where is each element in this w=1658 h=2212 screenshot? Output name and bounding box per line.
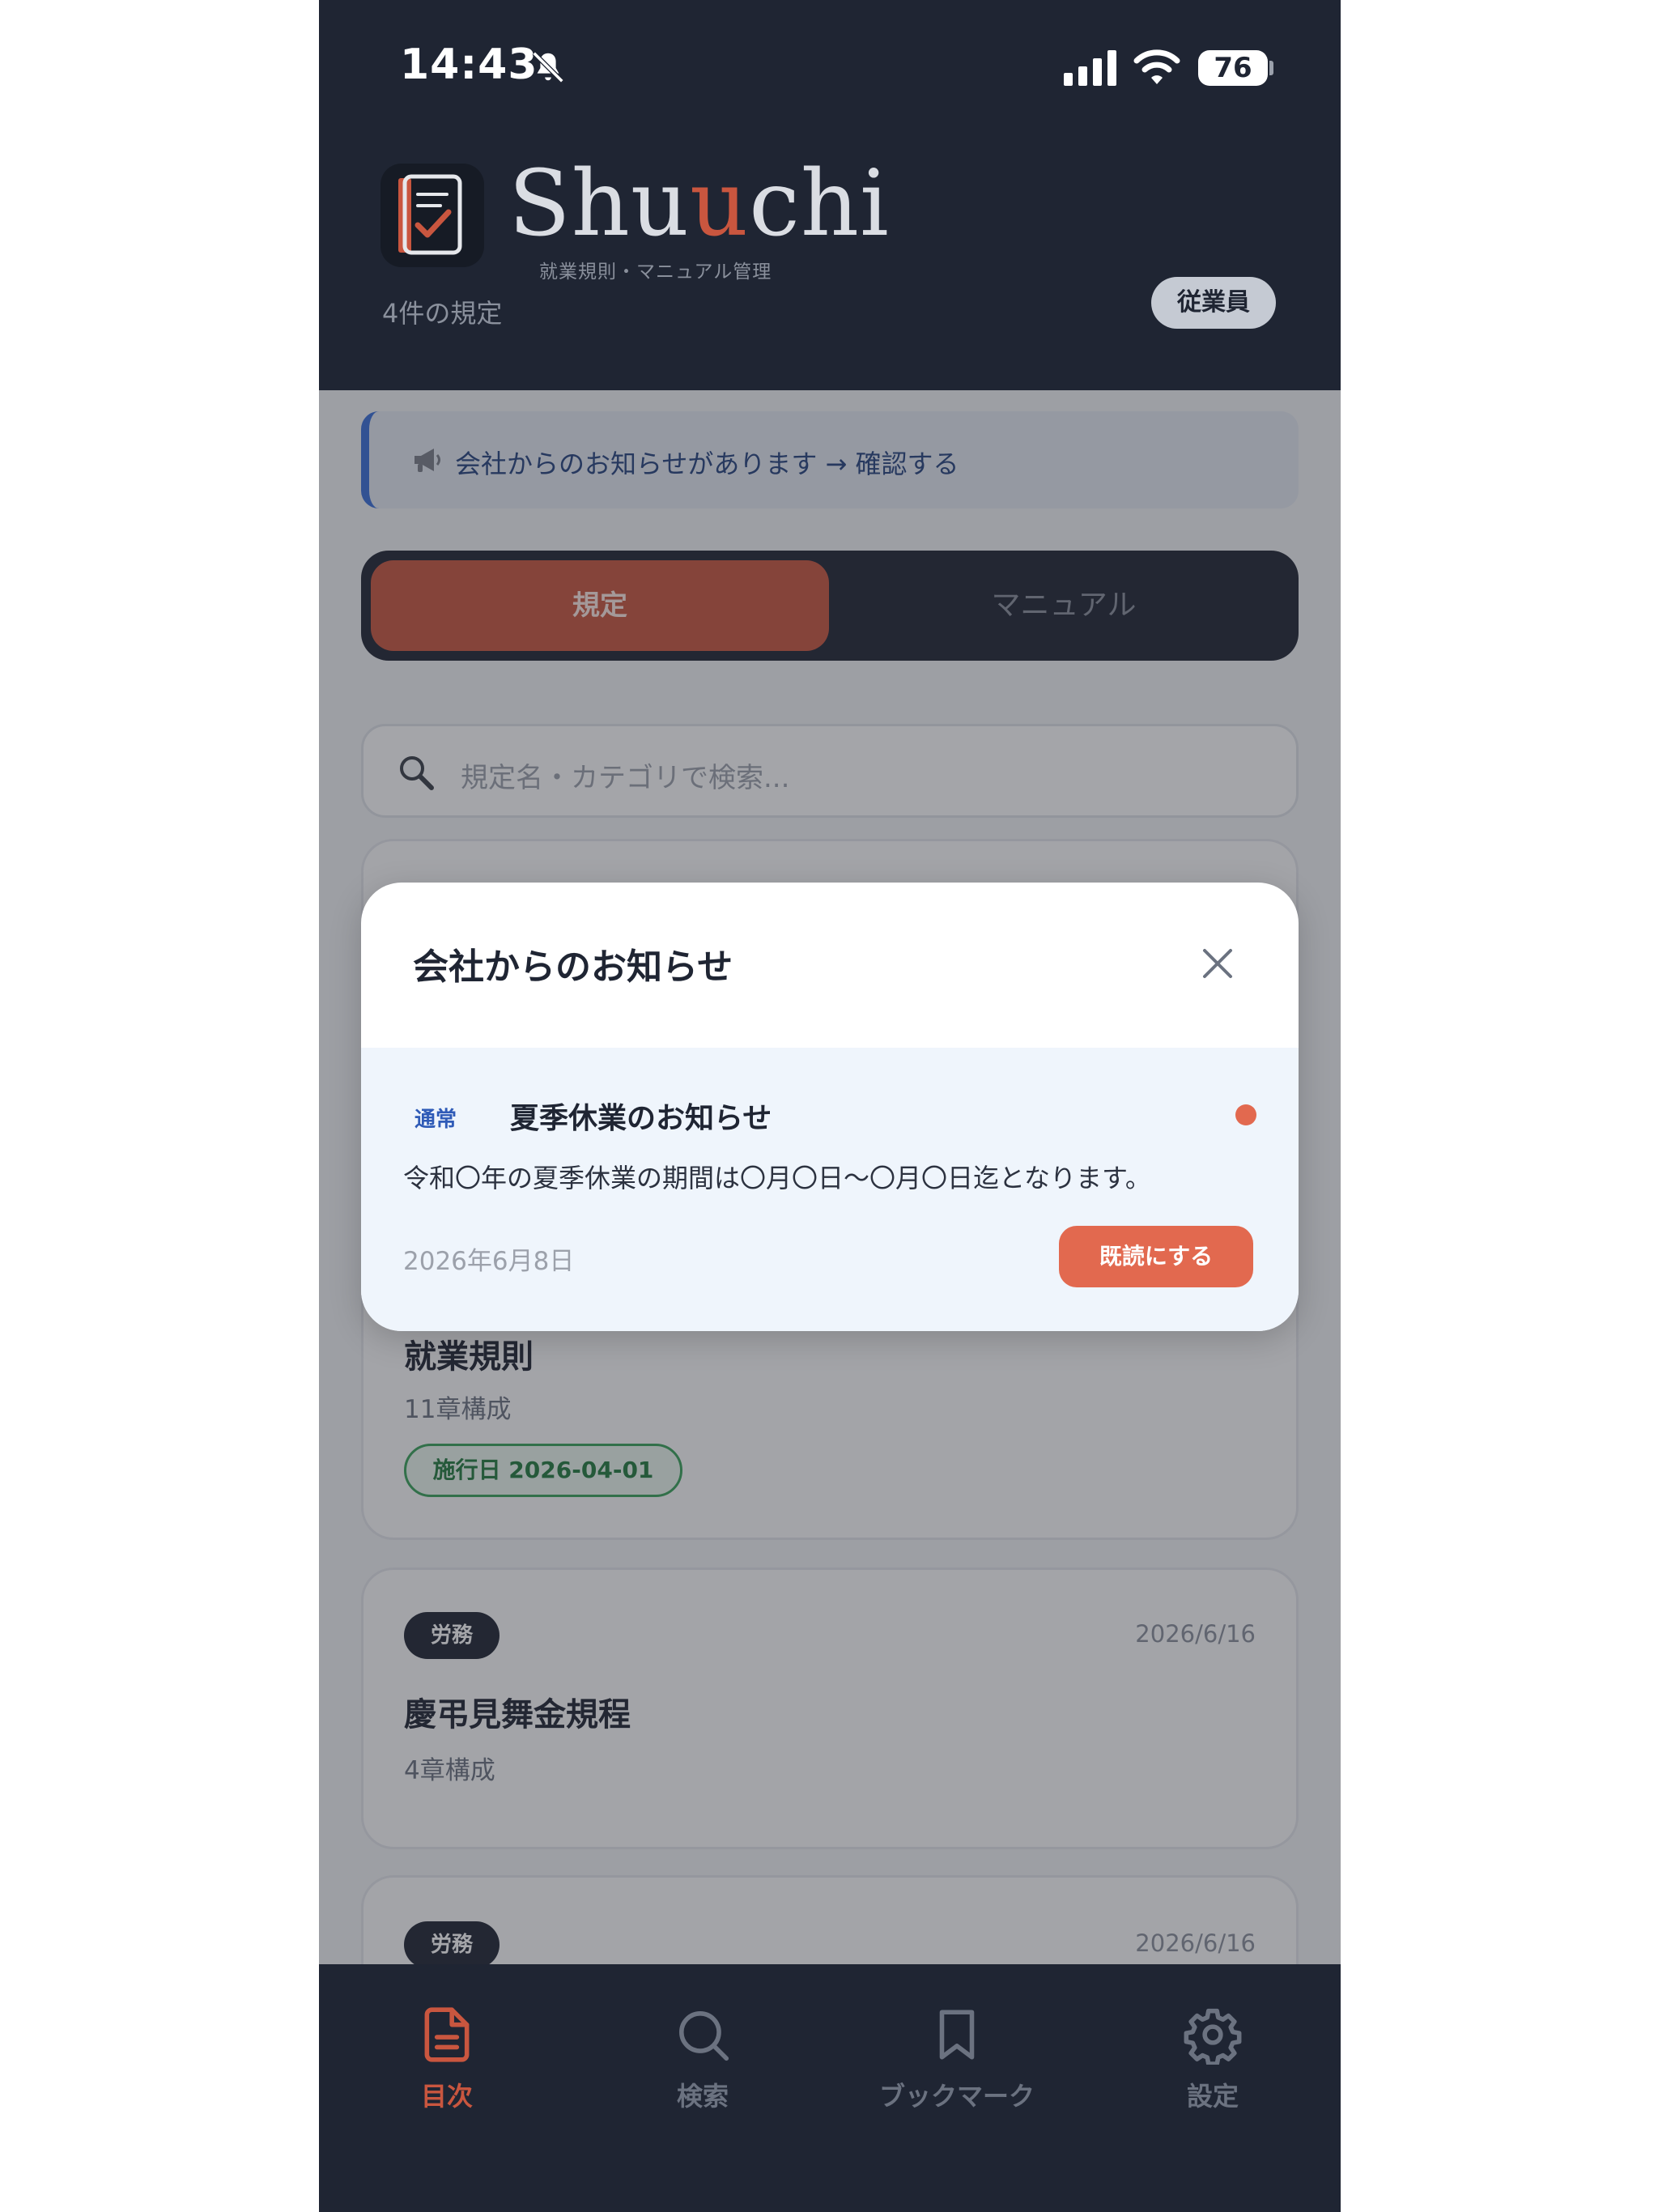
mark-as-read-button[interactable]: 既読にする (1059, 1226, 1253, 1287)
nav-item-settings[interactable]: 設定 (1116, 2005, 1310, 2113)
nav-item-search[interactable]: 検索 (606, 2005, 800, 2113)
document-check-icon (398, 174, 462, 255)
notice-modal: 会社からのお知らせ 通常 夏季休業のお知らせ 令和〇年の夏季休業の期間は〇月〇日… (361, 883, 1299, 1331)
search-icon (679, 2011, 729, 2061)
notice-title: 夏季休業のお知らせ (510, 1102, 772, 1135)
app-header: 14:43 76 Shuuchi 就業規則・マニュアル管理 4件の規定 従業員 (319, 0, 1341, 390)
gear-icon (1184, 2008, 1242, 2065)
notice-type-label: 通常 (414, 1108, 457, 1132)
app-title-part-2: chi (749, 151, 890, 257)
nav-label-settings: 設定 (1186, 2081, 1239, 2112)
app-title-part-1: Shu (508, 151, 690, 257)
nav-label-search: 検索 (676, 2081, 729, 2112)
regulation-count: 4件の規定 (382, 298, 503, 329)
bell-muted-icon (532, 51, 564, 83)
modal-title: 会社からのお知らせ (413, 946, 733, 988)
wifi-icon (1133, 49, 1180, 84)
nav-label-contents: 目次 (420, 2081, 473, 2112)
unread-indicator (1235, 1104, 1256, 1125)
close-icon[interactable] (1195, 941, 1240, 986)
document-icon (424, 2007, 470, 2062)
notice-date: 2026年6月8日 (403, 1247, 575, 1276)
battery-indicator: 76 (1198, 50, 1268, 86)
notice-body: 令和〇年の夏季休業の期間は〇月〇日〜〇月〇日迄となります。 (403, 1163, 1151, 1193)
app-logo (380, 164, 484, 267)
nav-item-contents[interactable]: 目次 (350, 2005, 544, 2113)
status-time: 14:43 (400, 40, 538, 89)
bottom-navigation: 目次 検索 ブックマーク 設定 (319, 1964, 1341, 2212)
app-screen: 14:43 76 Shuuchi 就業規則・マニュアル管理 4件の規定 従業員 … (319, 0, 1341, 2212)
role-badge[interactable]: 従業員 (1151, 277, 1276, 329)
battery-cap (1269, 61, 1273, 75)
signal-icon (1064, 50, 1116, 86)
app-title: Shuuchi (508, 152, 890, 256)
app-subtitle: 就業規則・マニュアル管理 (539, 262, 772, 283)
bookmark-icon (939, 2010, 975, 2060)
app-title-accent: u (690, 151, 750, 257)
notice-item: 通常 夏季休業のお知らせ 令和〇年の夏季休業の期間は〇月〇日〜〇月〇日迄となりま… (361, 1048, 1299, 1331)
nav-label-bookmark: ブックマーク (878, 2081, 1035, 2112)
nav-item-bookmark[interactable]: ブックマーク (860, 2005, 1054, 2113)
